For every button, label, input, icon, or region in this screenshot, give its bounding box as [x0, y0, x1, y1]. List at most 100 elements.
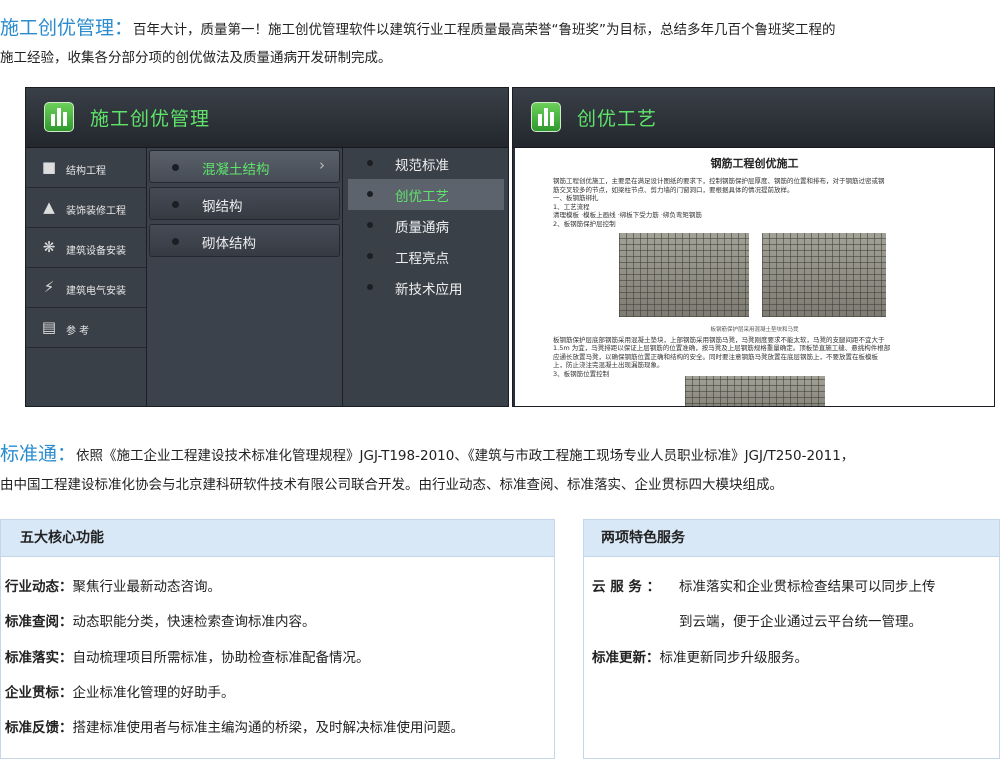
topic-item-new-tech[interactable]: 新技术应用 — [343, 272, 508, 303]
document-title: 钢筋工程创优施工 — [710, 157, 799, 170]
feature-text: 自动梳理项目所需标准，协助检查标准配备情况。 — [72, 650, 370, 666]
equipment-icon: ❋ — [42, 238, 56, 256]
chevron-right-icon: › — [319, 156, 325, 174]
special-services-box: 两项特色服务 云 服 务 ： 标准落实和企业贯标检查结果可以同步上传 到云端，便… — [583, 519, 1000, 759]
feature-label: 标准反馈： — [5, 720, 73, 736]
document-line: 板钢筋保护层底部钢筋采用混凝土垫块，上部钢筋采用钢筋马凳，马凳刚度要求不能太软，… — [553, 335, 885, 344]
cloud-service-text-line1: 标准落实和企业贯标检查结果可以同步上传 — [679, 579, 936, 595]
bullet-icon — [172, 201, 179, 208]
app-title: 创优工艺 — [577, 108, 658, 130]
topic-label: 新技术应用 — [395, 282, 463, 298]
feature-label: 行业动态： — [5, 579, 73, 595]
bullet-icon — [172, 164, 179, 171]
bullet-icon — [172, 238, 179, 245]
building-icon: ■ — [41, 158, 57, 176]
feature-item: 企业贯标：企业标准化管理的好助手。 — [5, 681, 235, 701]
feature-item: 标准落实：自动梳理项目所需标准，协助检查标准配备情况。 — [5, 646, 370, 666]
standard-update-item: 标准更新：标准更新同步升级服务。 — [592, 646, 808, 666]
bullet-icon — [367, 222, 373, 228]
document-line: 筋交叉较多的节点，如梁柱节点、剪力墙的门窗洞口，要根据具体的情况提前放样。 — [553, 185, 794, 194]
app-header: 创优工艺 — [513, 88, 994, 148]
app-logo-icon — [44, 102, 74, 132]
core-functions-box: 五大核心功能 行业动态：聚焦行业最新动态咨询。 标准查阅：动态职能分类，快速检索… — [0, 519, 555, 759]
document-para-1: 钢筋工程创优施工，主要是在满足设计图纸的要求下，控制钢筋保护层厚度、钢筋的位置和… — [515, 177, 994, 229]
app-title: 施工创优管理 — [90, 108, 211, 130]
category-menu: ■ 结构工程 ▲ 装饰装修工程 ❋ 建筑设备安装 ⚡ 建筑电气安装 ▤ 参 考 — [26, 148, 147, 406]
feature-text: 动态职能分类，快速检索查询标准内容。 — [72, 614, 316, 630]
app-header: 施工创优管理 — [26, 88, 508, 148]
document-line: 2、板钢筋保护层控制 — [553, 219, 616, 228]
rebar-photo-left — [619, 232, 749, 317]
topic-label: 工程亮点 — [395, 251, 449, 267]
category-item-structure[interactable]: ■ 结构工程 — [26, 148, 146, 188]
subcategory-menu: 混凝土结构 › 钢结构 砌体结构 — [147, 148, 343, 406]
category-item-electric[interactable]: ⚡ 建筑电气安装 — [26, 268, 146, 308]
reference-icon: ▤ — [41, 318, 57, 336]
document-line: 上，防止浇注完混凝土出现漏筋现象。 — [553, 361, 664, 370]
category-item-equipment[interactable]: ❋ 建筑设备安装 — [26, 228, 146, 268]
feature-item: 标准查阅：动态职能分类，快速检索查询标准内容。 — [5, 610, 316, 630]
standard-section-intro: 标准通：依照《施工企业工程建设技术标准化管理规程》JGJ-T198-2010、《… — [0, 440, 1000, 500]
bullet-icon — [367, 191, 373, 197]
decoration-icon: ▲ — [43, 198, 55, 216]
topic-label: 创优工艺 — [395, 189, 449, 205]
subcategory-item-masonry[interactable]: 砌体结构 — [149, 224, 340, 257]
standard-update-text: 标准更新同步升级服务。 — [659, 650, 809, 666]
rebar-photo-right — [762, 232, 886, 317]
bullet-icon — [367, 160, 373, 166]
intro-text-line2: 施工经验，收集各分部分项的创优做法及质量通病开发研制完成。 — [0, 50, 392, 66]
electric-icon: ⚡ — [43, 278, 55, 296]
photo-caption: 板钢筋保护层采用混凝土垫块和马凳 — [710, 326, 799, 333]
topic-label: 规范标准 — [395, 158, 449, 174]
document-line: 清理模板 ·模板上画线 ·绑板下受力筋 ·绑负弯矩钢筋 — [553, 211, 702, 220]
topic-item-highlights[interactable]: 工程亮点 — [343, 241, 508, 272]
subcategory-item-steel[interactable]: 钢结构 — [149, 187, 340, 220]
feature-text: 搭建标准使用者与标准主编沟通的桥梁，及时解决标准使用问题。 — [72, 720, 465, 736]
subcategory-label: 混凝土结构 — [202, 162, 270, 178]
feature-text: 企业标准化管理的好助手。 — [72, 685, 235, 701]
app-screenshot-menu: 施工创优管理 ■ 结构工程 ▲ 装饰装修工程 ❋ 建筑设备安装 ⚡ 建筑电气安装… — [25, 87, 509, 407]
rebar-photo-bottom — [685, 376, 825, 406]
intro-title: 施工创优管理： — [0, 17, 134, 39]
cloud-service-text-line2: 到云端，便于企业通过云平台统一管理。 — [679, 614, 922, 630]
bullet-icon — [367, 253, 373, 259]
subcategory-label: 砌体结构 — [202, 236, 256, 252]
intro-text-line1: 百年大计，质量第一！施工创优管理软件以建筑行业工程质量最高荣誉“鲁班奖”为目标，… — [133, 22, 836, 38]
document-line: 一、板钢筋绑扎 — [553, 194, 599, 203]
category-label: 建筑设备安装 — [66, 246, 126, 257]
standard-update-label: 标准更新： — [592, 650, 660, 666]
app-logo-icon — [531, 102, 561, 132]
feature-item: 行业动态：聚焦行业最新动态咨询。 — [5, 575, 221, 595]
category-item-decoration[interactable]: ▲ 装饰装修工程 — [26, 188, 146, 228]
feature-label: 标准落实： — [5, 650, 73, 666]
section2-text-line1: 依照《施工企业工程建设技术标准化管理规程》JGJ-T198-2010、《建筑与市… — [76, 448, 855, 464]
section2-title: 标准通： — [0, 443, 77, 465]
feature-text: 聚焦行业最新动态咨询。 — [72, 579, 222, 595]
document-photos — [515, 232, 994, 323]
category-label: 装饰装修工程 — [66, 206, 126, 217]
category-label: 结构工程 — [66, 166, 106, 177]
topic-label: 质量通病 — [395, 220, 449, 236]
document-para-2: 板钢筋保护层底部钢筋采用混凝土垫块，上部钢筋采用钢筋马凳，马凳刚度要求不能太软，… — [515, 336, 994, 379]
document-line: 钢筋工程创优施工，主要是在满足设计图纸的要求下，控制钢筋保护层厚度、钢筋的位置和… — [553, 177, 885, 185]
topic-menu: 规范标准 创优工艺 质量通病 工程亮点 新技术应用 — [343, 148, 508, 406]
category-label: 建筑电气安装 — [66, 286, 126, 297]
intro-paragraph: 施工创优管理：百年大计，质量第一！施工创优管理软件以建筑行业工程质量最高荣誉“鲁… — [0, 14, 1000, 72]
document-view[interactable]: 钢筋工程创优施工 钢筋工程创优施工，主要是在满足设计图纸的要求下，控制钢筋保护层… — [515, 148, 994, 406]
feature-label: 企业贯标： — [5, 685, 73, 701]
topic-item-defects[interactable]: 质量通病 — [343, 210, 508, 241]
feature-item: 标准反馈：搭建标准使用者与标准主编沟通的桥梁，及时解决标准使用问题。 — [5, 716, 464, 736]
category-label: 参 考 — [66, 326, 90, 337]
topic-item-standards[interactable]: 规范标准 — [343, 148, 508, 179]
special-services-header: 两项特色服务 — [584, 520, 999, 557]
subcategory-item-concrete[interactable]: 混凝土结构 › — [149, 150, 340, 183]
subcategory-label: 钢结构 — [202, 199, 243, 215]
app-screenshot-document: 创优工艺 钢筋工程创优施工 钢筋工程创优施工，主要是在满足设计图纸的要求下，控制… — [512, 87, 995, 407]
cloud-service-label: 云 服 务 ： — [592, 579, 661, 595]
core-functions-header: 五大核心功能 — [1, 520, 554, 557]
feature-label: 标准查阅： — [5, 614, 73, 630]
document-line: 1.5m 为宜，马凳排距以保证上层钢筋的位置准确，按马凳及上层钢筋规格重量确定。… — [553, 344, 891, 353]
bullet-icon — [367, 284, 373, 290]
category-item-reference[interactable]: ▤ 参 考 — [26, 308, 146, 348]
topic-item-craft[interactable]: 创优工艺 — [348, 179, 504, 210]
